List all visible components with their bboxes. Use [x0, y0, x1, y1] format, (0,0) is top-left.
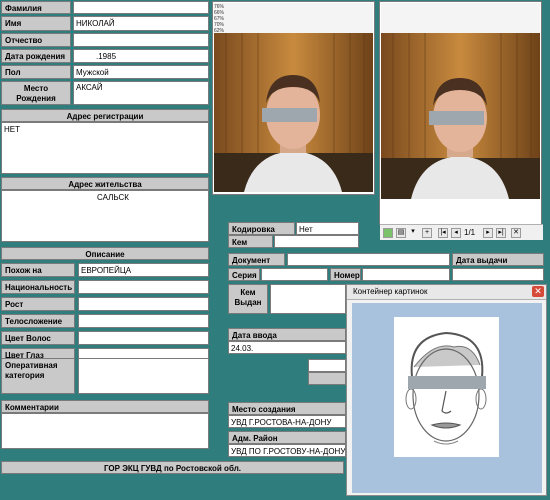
name-label: Имя	[1, 16, 71, 31]
close-icon[interactable]: ✕	[532, 286, 544, 297]
comments-field[interactable]	[1, 413, 209, 449]
document-icon[interactable]: ▤	[396, 228, 406, 238]
entry-date-field[interactable]: 24.03.	[228, 341, 346, 354]
looks-like-label: Похож на	[1, 263, 75, 277]
creation-place-label: Место создания	[228, 402, 346, 415]
photo-frame-left[interactable]: 76% 66% 67% 70% 62%	[212, 1, 375, 195]
code-label: Кодировка	[228, 222, 295, 235]
sex-label: Пол	[1, 65, 71, 79]
op-category-field[interactable]	[78, 358, 209, 394]
person-photo-right	[381, 3, 540, 199]
eye-redaction-bar	[429, 111, 484, 125]
first-page-icon[interactable]: |◂	[438, 228, 448, 238]
birthplace-label-line1: Место	[23, 84, 49, 93]
surname-field[interactable]	[73, 1, 209, 14]
build-label: Телосложение	[1, 314, 75, 328]
district-field[interactable]: УВД ПО Г.РОСТОВУ-НА-ДОНУ	[228, 444, 346, 457]
page-indicator: 1/1	[464, 228, 476, 237]
photo-overlay-text: 76% 66% 67% 70% 62%	[214, 4, 224, 34]
birthplace-label: Место Рождения	[1, 81, 71, 105]
op-category-label-line1: Оперативная	[5, 361, 58, 370]
series-field[interactable]	[261, 268, 328, 281]
hair-color-label: Цвет Волос	[1, 331, 75, 345]
creation-place-field[interactable]: УВД Г.РОСТОВА-НА-ДОНУ	[228, 415, 346, 428]
delete-icon[interactable]: ✕	[511, 228, 521, 238]
code-field[interactable]: Нет	[296, 222, 359, 235]
issued-by-label: Кем Выдан	[228, 284, 268, 314]
issued-by-label-line2: Выдан	[234, 298, 262, 307]
refresh-icon[interactable]	[383, 228, 393, 238]
issued-by-label-line1: Кем	[240, 288, 256, 297]
nationality-field[interactable]	[78, 280, 209, 294]
photo-right[interactable]	[381, 3, 540, 199]
height-field[interactable]	[78, 297, 209, 311]
last-page-icon[interactable]: ▸|	[496, 228, 506, 238]
overlay-line: 62%	[214, 28, 225, 34]
encoded-by-label: Кем	[228, 235, 273, 248]
document-label: Документ	[228, 253, 285, 266]
issue-date-field[interactable]	[452, 268, 544, 281]
issued-by-field[interactable]	[270, 284, 346, 314]
series-label: Серия	[228, 268, 260, 281]
image-container-window: Контейнер картинок ✕	[346, 284, 547, 496]
prev-page-icon[interactable]: ◂	[451, 228, 461, 238]
add-icon[interactable]: +	[422, 228, 432, 238]
document-field[interactable]	[287, 253, 450, 266]
encoded-by-field[interactable]	[274, 235, 359, 248]
image-pane	[352, 303, 542, 493]
registration-header: Адрес регистрации	[1, 109, 209, 122]
photo-viewer: ▤ ▾ + |◂ ◂ 1/1 ▸ ▸| ✕	[379, 1, 543, 240]
blank-field-a[interactable]	[308, 359, 346, 372]
next-page-icon[interactable]: ▸	[483, 228, 493, 238]
person-photo-left	[214, 3, 373, 192]
description-header: Описание	[1, 247, 209, 260]
patronymic-field[interactable]	[73, 33, 209, 47]
op-category-label-line2: категория	[5, 371, 45, 380]
entry-date-label: Дата ввода	[228, 328, 346, 341]
build-field[interactable]	[78, 314, 209, 328]
eye-redaction-bar	[262, 108, 317, 122]
number-field[interactable]	[362, 268, 450, 281]
number-label: Номер	[330, 268, 361, 281]
window-title: Контейнер картинок	[347, 285, 546, 300]
comments-header: Комментарии	[1, 400, 209, 413]
patronymic-label: Отчество	[1, 33, 71, 47]
org-footer: ГОР ЭКЦ ГУВД по Ростовской обл.	[1, 461, 344, 474]
op-category-label: Оперативная категория	[1, 358, 75, 394]
dob-field[interactable]: .1985	[73, 49, 209, 63]
residence-header: Адрес жительства	[1, 177, 209, 190]
surname-label: Фамилия	[1, 1, 71, 14]
hair-color-field[interactable]	[78, 331, 209, 345]
photo-left: 76% 66% 67% 70% 62%	[214, 3, 373, 192]
dropdown-icon[interactable]: ▾	[408, 228, 418, 238]
district-label: Адм. Район	[228, 431, 346, 444]
sex-field[interactable]: Мужской	[73, 65, 209, 79]
height-label: Рост	[1, 297, 75, 311]
looks-like-field[interactable]: ЕВРОПЕЙЦА	[78, 263, 209, 277]
name-field[interactable]: НИКОЛАЙ	[73, 16, 209, 31]
dob-label: Дата рождения	[1, 49, 71, 63]
birthplace-field[interactable]: АКСАЙ	[73, 81, 209, 105]
nationality-label: Национальность	[1, 280, 75, 294]
composite-sketch[interactable]	[394, 317, 499, 457]
blank-label-b	[308, 372, 346, 385]
registration-field[interactable]: НЕТ	[1, 122, 209, 174]
birthplace-label-line2: Рождения	[16, 94, 56, 103]
viewer-toolbar: ▤ ▾ + |◂ ◂ 1/1 ▸ ▸| ✕	[380, 224, 543, 240]
sketch-eye-redaction	[408, 376, 486, 389]
issue-date-label: Дата выдачи	[452, 253, 544, 266]
residence-field[interactable]: САЛЬСК	[1, 190, 209, 242]
